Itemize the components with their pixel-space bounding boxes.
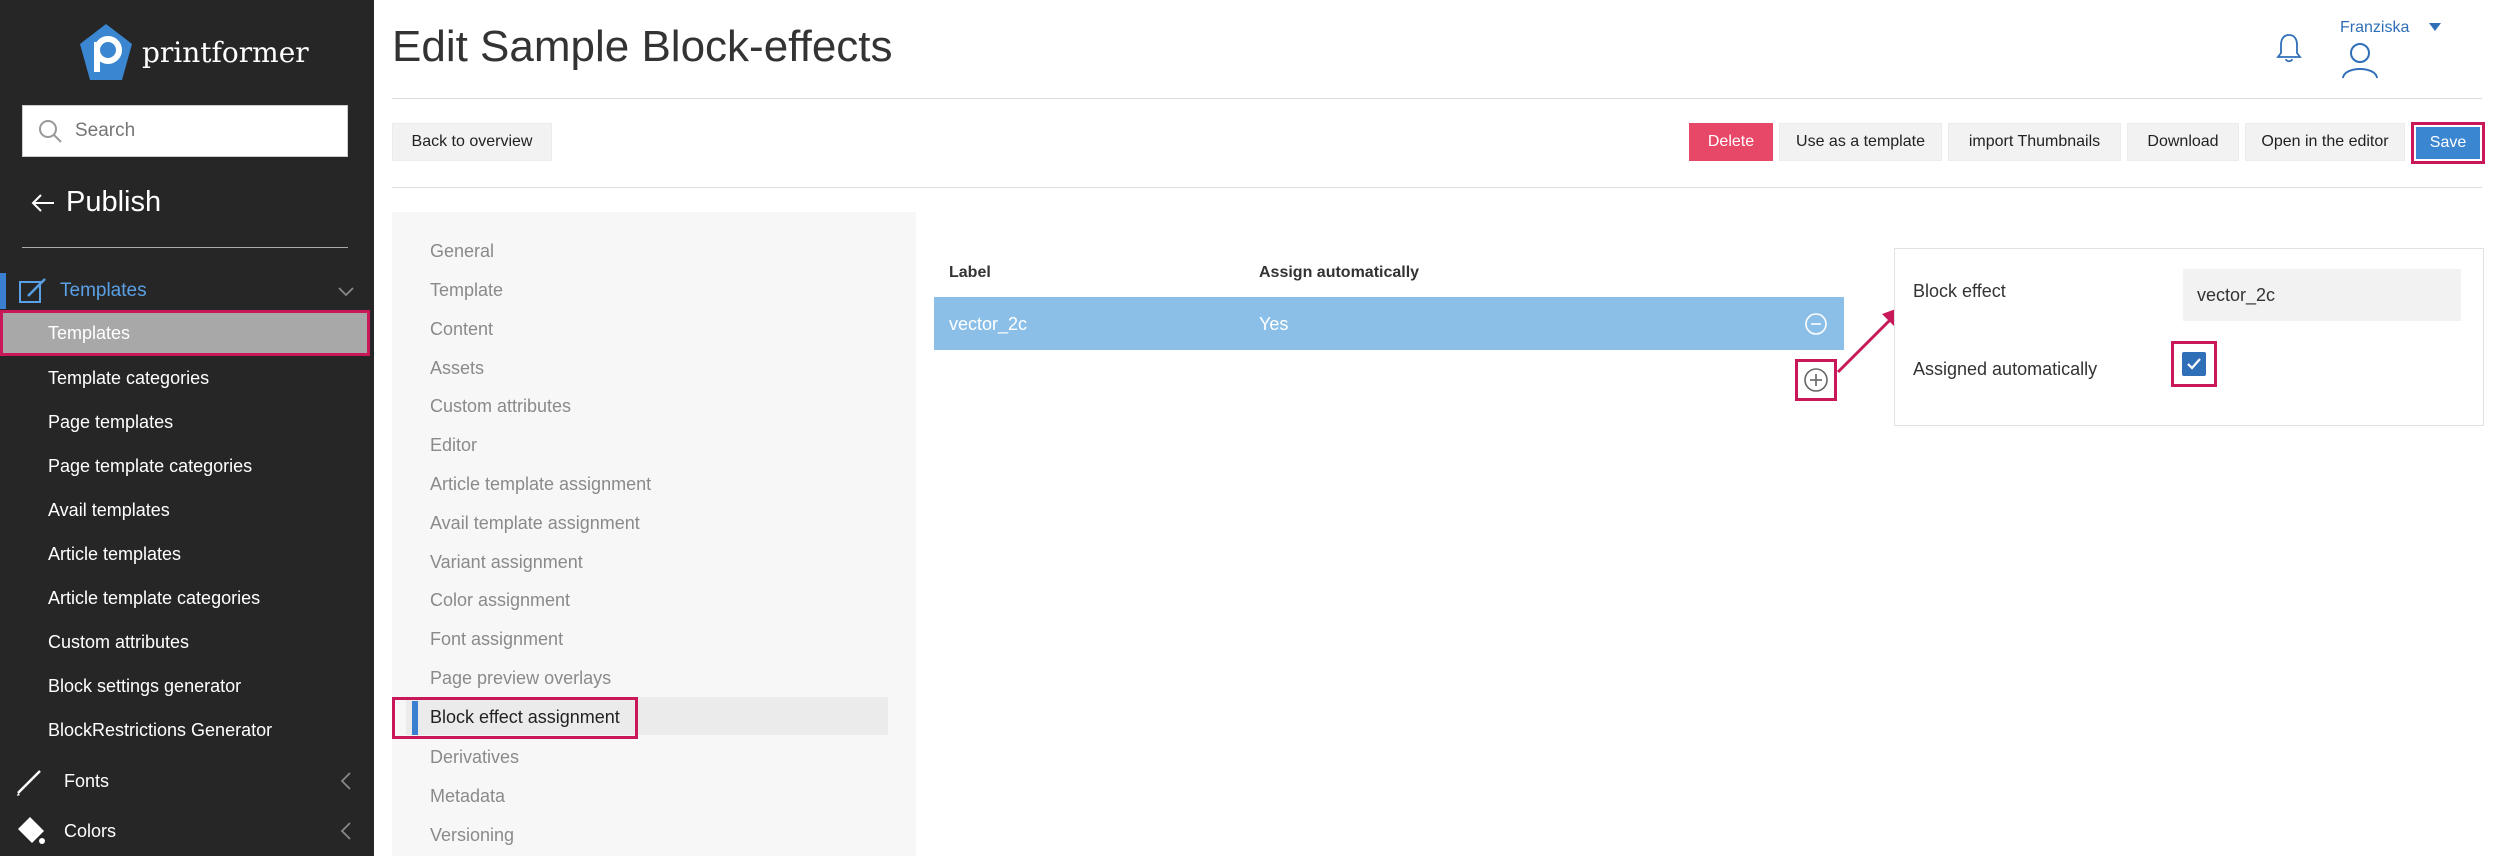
user-avatar-icon[interactable] (2340, 40, 2380, 80)
sidebar-item[interactable]: Block settings generator (48, 664, 272, 708)
menu-item[interactable]: Metadata (430, 786, 505, 807)
search-box[interactable] (22, 105, 348, 157)
header-divider (392, 98, 2482, 99)
menu-item[interactable]: Template (430, 280, 503, 301)
toolbar-divider (392, 187, 2482, 188)
edit-icon (19, 278, 46, 303)
back-to-publish[interactable]: Publish (30, 186, 161, 219)
sidebar-item-fonts[interactable]: Fonts (0, 756, 374, 806)
menu-item[interactable]: Assets (430, 358, 484, 379)
printformer-logo-icon (80, 24, 132, 80)
menu-item[interactable]: Custom attributes (430, 396, 571, 417)
arrow-left-icon (31, 193, 54, 212)
block-effect-field[interactable]: vector_2c (2183, 269, 2461, 321)
use-as-template-button[interactable]: Use as a template (1779, 123, 1942, 161)
colors-label: Colors (64, 820, 117, 841)
plus-circle-icon (1804, 368, 1828, 392)
block-effect-label: Block effect (1913, 281, 2006, 301)
menu-item[interactable]: Editor (430, 435, 477, 456)
active-indicator (0, 273, 6, 309)
delete-button[interactable]: Delete (1689, 123, 1773, 161)
menu-item[interactable]: Derivatives (430, 747, 519, 768)
sidebar-group-templates[interactable]: Templates (0, 273, 374, 309)
menu-item[interactable]: Avail template assignment (430, 513, 640, 534)
sidebar-item-templates[interactable]: Templates (0, 310, 370, 356)
remove-row-icon[interactable] (1804, 312, 1828, 336)
open-in-editor-button[interactable]: Open in the editor (2245, 123, 2405, 161)
menu-item[interactable]: Color assignment (430, 590, 570, 611)
sidebar-item[interactable]: Custom attributes (48, 620, 272, 664)
assigned-automatically-checkbox[interactable] (2171, 341, 2217, 387)
sidebar-divider (22, 247, 348, 248)
sidebar-item-colors[interactable]: Colors (0, 806, 374, 856)
settings-menu: General Template Content Assets Custom a… (392, 212, 916, 856)
menu-item[interactable]: Font assignment (430, 629, 563, 650)
sidebar-item[interactable]: Article template categories (48, 576, 272, 620)
menu-item[interactable]: Variant assignment (430, 552, 583, 573)
back-to-overview-button[interactable]: Back to overview (392, 123, 552, 161)
sidebar-group-label: Templates (60, 280, 147, 301)
sidebar-item[interactable]: Page template categories (48, 444, 272, 488)
chevron-down-icon (338, 287, 354, 297)
import-thumbnails-button[interactable]: import Thumbnails (1948, 123, 2121, 161)
menu-item[interactable]: General (430, 241, 494, 262)
checkbox-checked (2182, 352, 2206, 376)
user-name[interactable]: Franziska (2340, 19, 2409, 37)
row-label: vector_2c (949, 314, 1028, 334)
check-icon (2187, 358, 2201, 370)
assigned-automatically-label: Assigned automatically (1913, 359, 2098, 379)
brand-name: printformer (142, 35, 309, 69)
menu-item[interactable]: Versioning (430, 825, 514, 846)
column-header-label: Label (949, 264, 991, 281)
bell-icon[interactable] (2275, 32, 2303, 64)
page-title: Edit Sample Block-effects (392, 22, 893, 71)
column-header-assign: Assign automatically (1259, 264, 1420, 281)
chevron-left-icon (340, 772, 351, 790)
chevron-left-icon (340, 822, 351, 840)
menu-active-label: Block effect assignment (430, 707, 620, 727)
publish-label: Publish (66, 186, 162, 218)
block-effect-panel: Block effect vector_2c Assigned automati… (1894, 248, 2484, 426)
pen-icon (17, 770, 41, 796)
search-input[interactable] (75, 120, 335, 142)
fonts-label: Fonts (64, 770, 110, 791)
paint-bucket-icon (18, 817, 45, 844)
sidebar-item[interactable]: Template categories (48, 356, 272, 400)
menu-item[interactable]: Article template assignment (430, 474, 651, 495)
table-row[interactable]: vector_2c Yes (934, 297, 1844, 350)
menu-item[interactable]: Page preview overlays (430, 668, 611, 689)
save-button[interactable]: Save (2411, 122, 2485, 164)
sidebar-item[interactable]: BlockRestrictions Generator (48, 708, 272, 752)
caret-down-icon[interactable] (2428, 22, 2442, 32)
sidebar-subitems: Template categories Page templates Page … (48, 356, 272, 752)
search-icon (39, 120, 62, 143)
menu-item[interactable]: Content (430, 319, 493, 340)
brand-logo[interactable]: printformer (78, 22, 309, 82)
row-assign: Yes (1259, 314, 1289, 334)
sidebar-item[interactable]: Article templates (48, 532, 272, 576)
sidebar-item[interactable]: Avail templates (48, 488, 272, 532)
sidebar-item[interactable]: Page templates (48, 400, 272, 444)
download-button[interactable]: Download (2127, 123, 2239, 161)
sidebar: printformer Publish Templates Templates … (0, 0, 374, 856)
